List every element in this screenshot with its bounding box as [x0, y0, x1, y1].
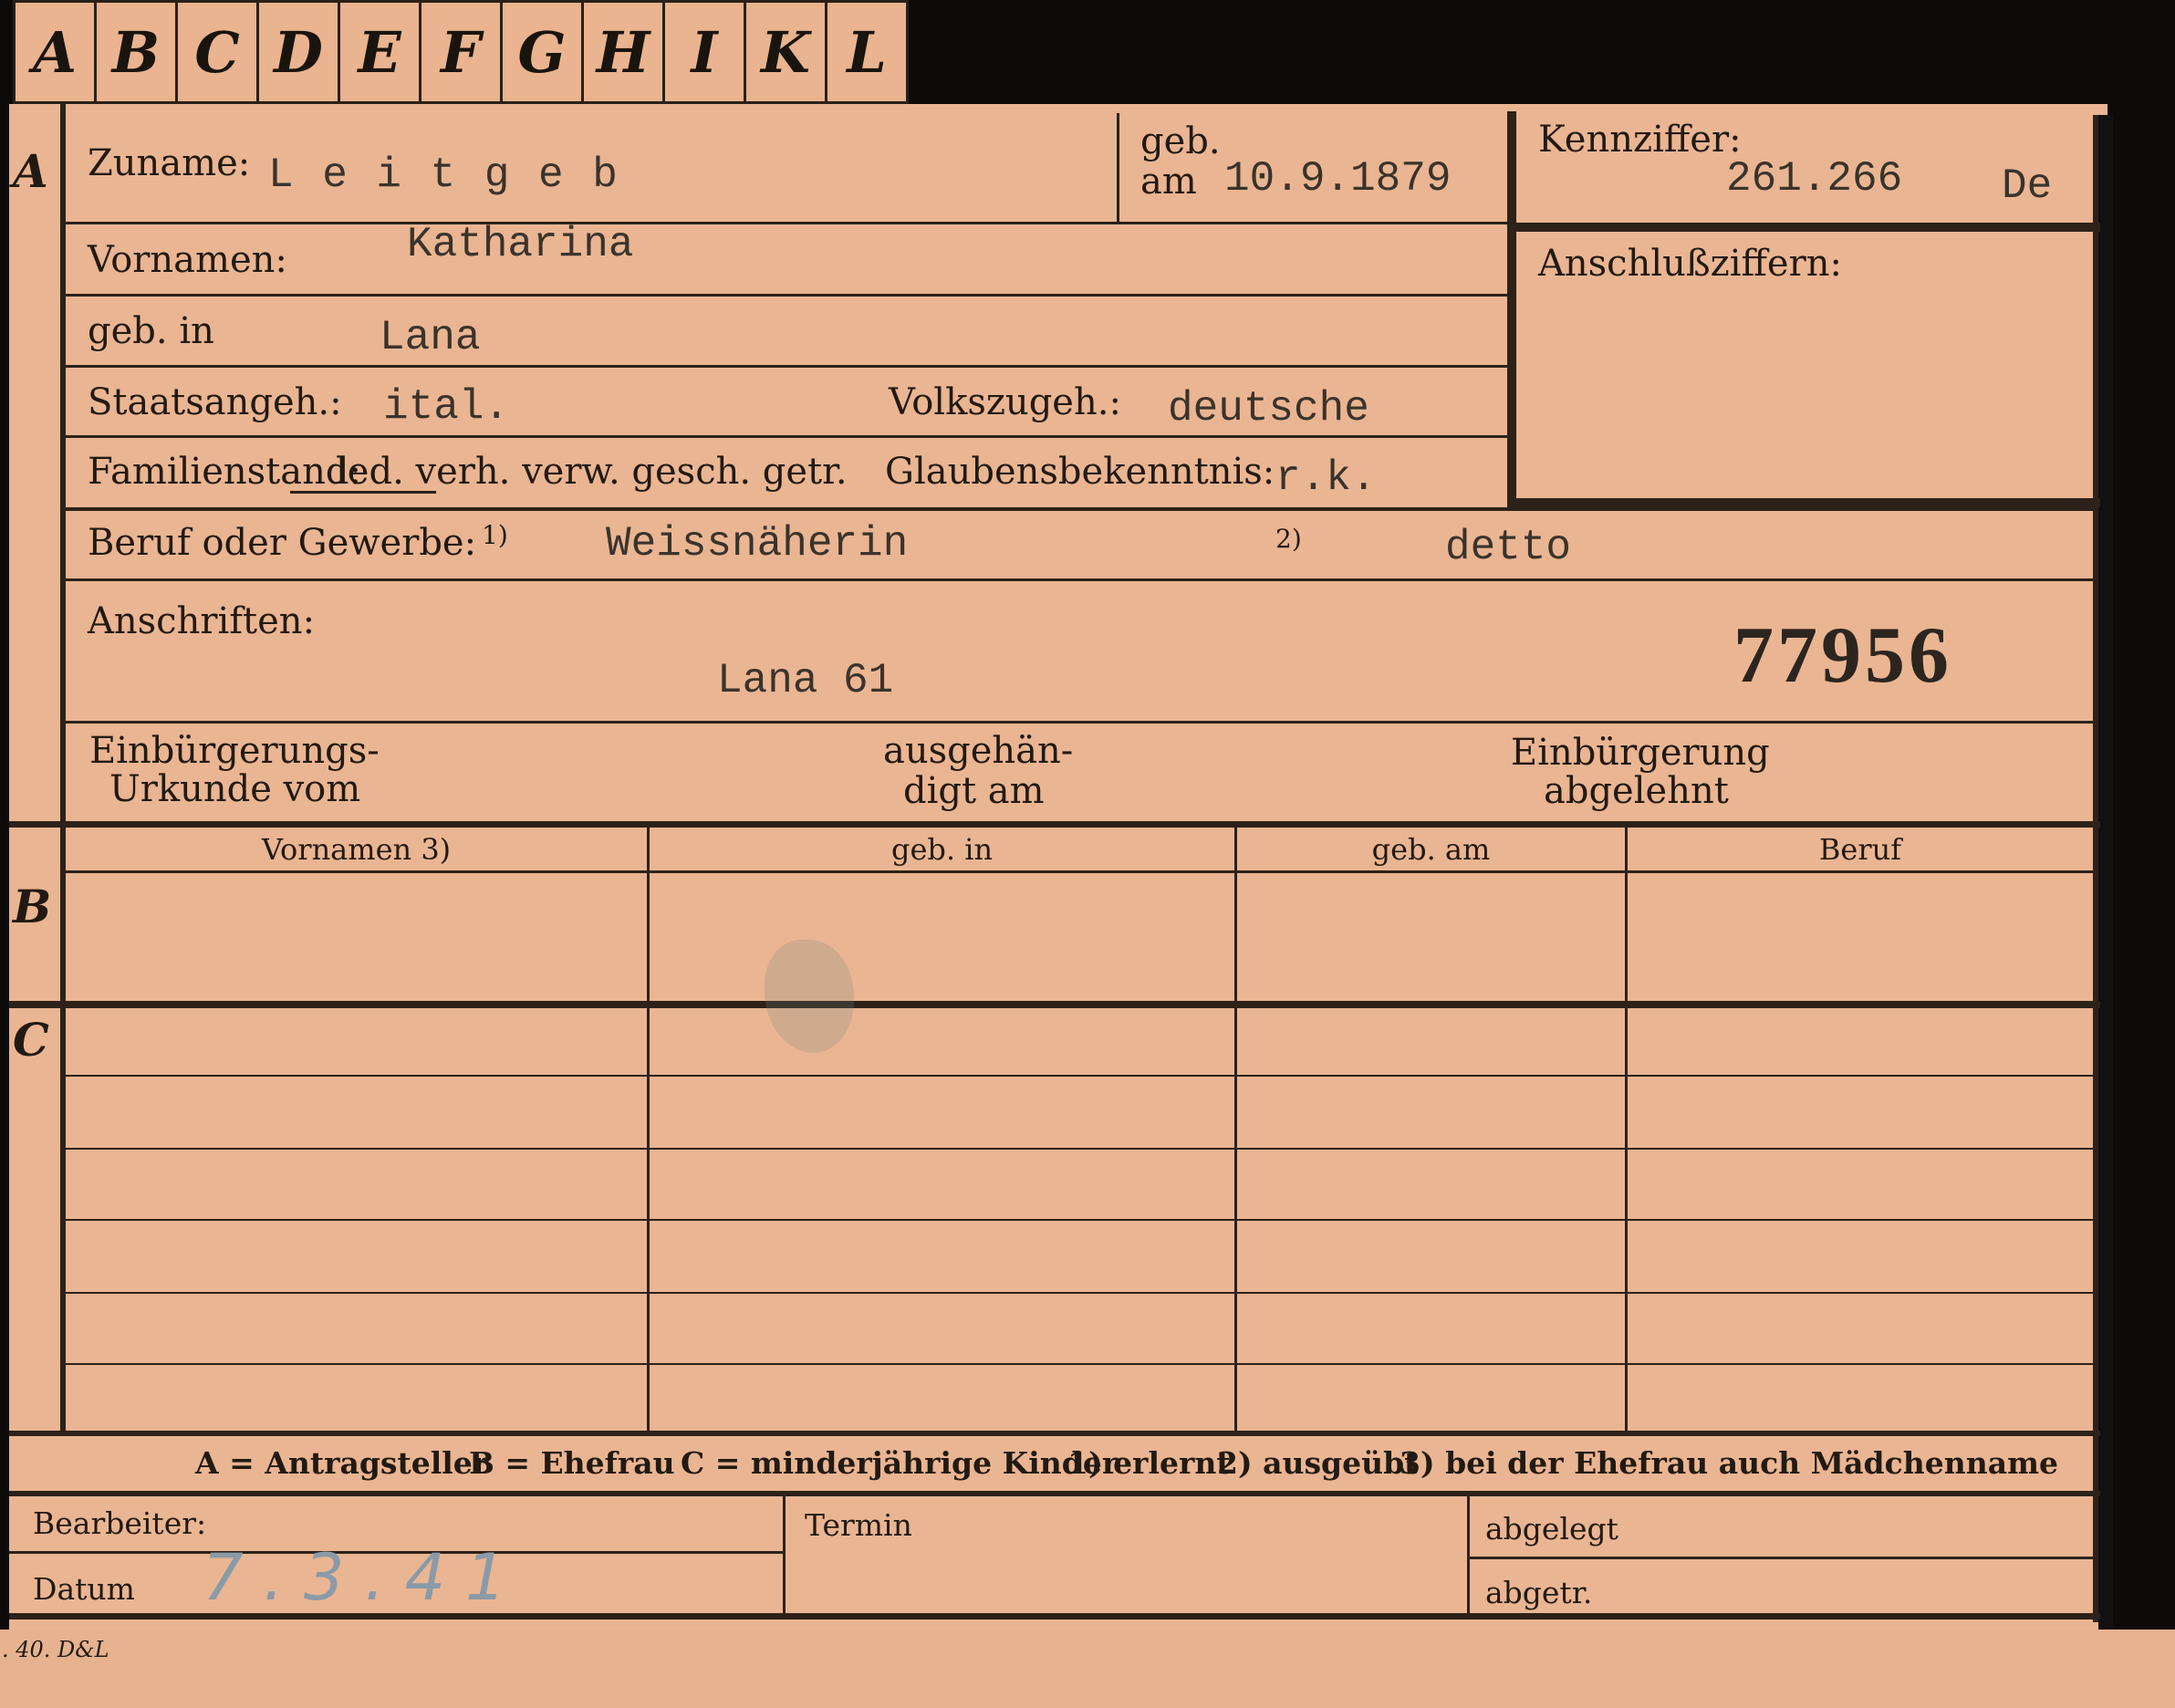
col-header-vornamen: Vornamen 3) [261, 832, 452, 867]
zuname-label: Zuname: [88, 142, 251, 184]
am-label: am [1140, 161, 1197, 203]
index-tab[interactable]: A [16, 3, 97, 101]
zuname-value: L e i t g e b [268, 151, 619, 199]
datum-handwritten-value: 7.3.41 [203, 1540, 526, 1615]
index-tab[interactable]: F [421, 3, 503, 101]
index-tab[interactable]: H [584, 3, 665, 101]
beruf-footnote-1: 1) [482, 520, 508, 550]
volkszugeh-label: Volkszugeh.: [889, 381, 1121, 423]
legend-c: C = minderjährige Kinder [681, 1445, 1119, 1481]
card-edge [2098, 115, 2113, 1630]
legend-note-3: 3) bei der Ehefrau auch Mädchenname [1400, 1445, 2058, 1481]
abgetr-label: abgetr. [1485, 1575, 1593, 1610]
stamp-number: 77956 [1733, 611, 1952, 700]
index-tab-strip: A B C D E F G H I K L [13, 0, 909, 104]
geb-in-label: geb. in [88, 310, 214, 352]
legend-note-2: 2) ausgeübt [1217, 1445, 1419, 1481]
anschlussziffern-label: Anschlußziffern: [1538, 243, 1842, 285]
index-tab[interactable]: I [665, 3, 746, 101]
legend-a: A = Antragsteller [195, 1445, 489, 1481]
section-a-marker: A [13, 144, 48, 198]
familienstand-label: Familienstand: [88, 451, 361, 493]
abgelegt-label: abgelegt [1485, 1511, 1618, 1547]
index-tab[interactable]: L [827, 3, 906, 101]
index-tab[interactable]: K [746, 3, 827, 101]
bearbeiter-label: Bearbeiter: [33, 1505, 207, 1541]
einbuergerungs-label-2: Urkunde vom [109, 768, 361, 810]
col-header-beruf: Beruf [1818, 832, 1902, 867]
geb-am-value: 10.9.1879 [1224, 155, 1452, 203]
einbuergerungs-label-1: Einbürgerungs- [89, 730, 380, 772]
index-tab[interactable]: C [178, 3, 259, 101]
geb-in-value: Lana [380, 314, 481, 361]
anschriften-value: Lana 61 [717, 657, 894, 704]
kennziffer-label: Kennziffer: [1538, 119, 1742, 161]
termin-label: Termin [805, 1507, 912, 1543]
vornamen-value: Katharina [407, 221, 634, 268]
familienstand-options: led. verh. verw. gesch. getr. [336, 451, 848, 493]
staatsangeh-value: ital. [383, 383, 510, 431]
legend-b: B = Ehefrau [469, 1445, 675, 1481]
ausgehaendigt-label-2: digt am [903, 770, 1045, 812]
volkszugeh-value: deutsche [1168, 385, 1369, 432]
section-b-marker: B [13, 880, 52, 933]
einbuergerung-label-2: abgelehnt [1544, 770, 1729, 812]
registration-card [9, 104, 2107, 1633]
index-tab[interactable]: D [259, 3, 340, 101]
col-header-geb-am: geb. am [1371, 832, 1491, 867]
einbuergerung-label-1: Einbürgerung [1511, 732, 1770, 774]
print-code: . 40. D&L [2, 1637, 109, 1662]
section-c-marker: C [13, 1013, 49, 1067]
geb-label: geb. [1140, 120, 1221, 162]
anschriften-label: Anschriften: [88, 600, 316, 642]
glaubens-label: Glaubensbekenntnis: [885, 451, 1275, 493]
staatsangeh-label: Staatsangeh.: [88, 381, 342, 423]
col-header-geb-in: geb. in [890, 832, 994, 867]
card-bottom-margin [0, 1630, 2175, 1708]
ausgehaendigt-label-1: ausgehän- [883, 730, 1074, 772]
beruf-footnote-2: 2) [1275, 524, 1302, 554]
beruf-label: Beruf oder Gewerbe: [88, 522, 477, 564]
beruf-value-2: detto [1445, 524, 1572, 571]
datum-label: Datum [33, 1571, 135, 1607]
index-tab[interactable]: B [97, 3, 178, 101]
beruf-value-1: Weissnäherin [606, 520, 909, 568]
glaubens-value: r.k. [1275, 454, 1377, 502]
vornamen-label: Vornamen: [88, 239, 287, 281]
familienstand-underline [290, 491, 436, 494]
legend-note-1: 1) erlernt [1067, 1445, 1231, 1481]
index-tab[interactable]: E [340, 3, 421, 101]
index-tab[interactable]: G [503, 3, 584, 101]
kennziffer-suffix: De [2002, 162, 2053, 210]
kennziffer-value: 261.266 [1726, 155, 1903, 203]
